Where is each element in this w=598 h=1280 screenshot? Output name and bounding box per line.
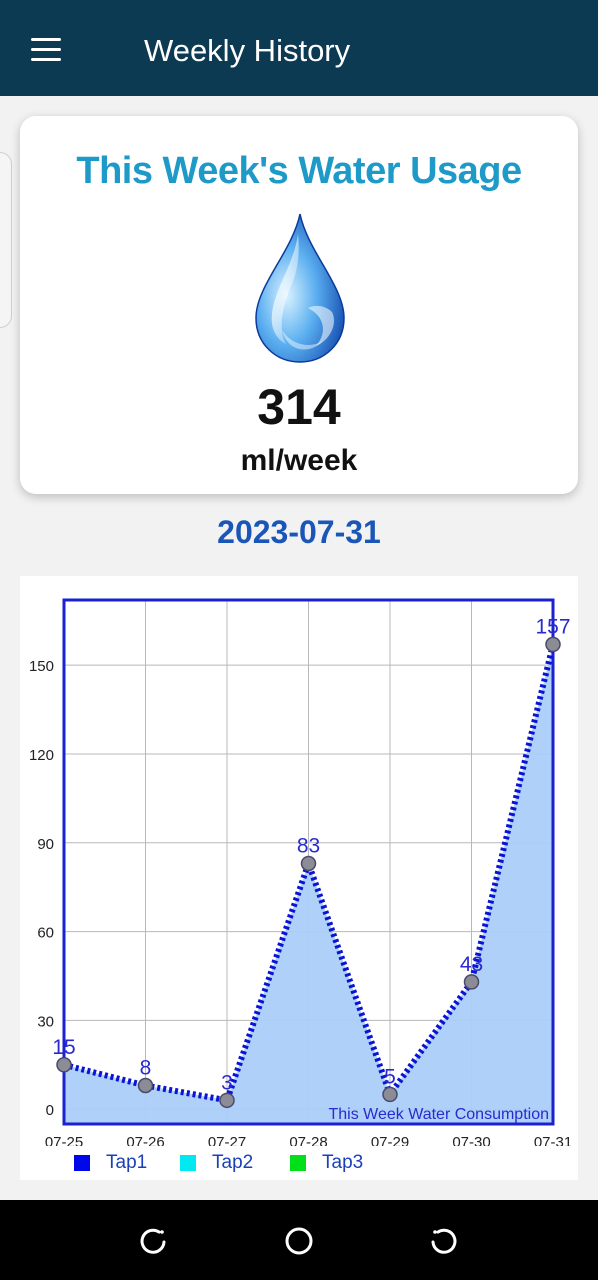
- usage-unit: ml/week: [240, 444, 358, 477]
- side-drawer-handle[interactable]: [0, 152, 12, 328]
- x-tick-label: 07-30: [452, 1134, 490, 1146]
- data-point: [463, 974, 480, 990]
- home-icon[interactable]: [282, 1224, 316, 1258]
- y-tick-label: 150: [29, 658, 54, 675]
- chart-annotation: This Week Water Consumption: [328, 1106, 549, 1123]
- usage-card: This Week's Water Usage 314 ml/week: [20, 116, 578, 494]
- data-point: [219, 1092, 235, 1109]
- x-tick-label: 07-25: [45, 1134, 83, 1146]
- y-tick-label: 90: [37, 836, 54, 853]
- selected-date[interactable]: 2023-07-31: [0, 514, 598, 551]
- data-label: 157: [535, 615, 570, 638]
- back-icon[interactable]: [426, 1224, 460, 1258]
- data-label: 3: [221, 1071, 233, 1094]
- legend-swatch: [290, 1155, 306, 1171]
- data-point: [137, 1077, 154, 1094]
- x-tick-label: 07-28: [289, 1134, 327, 1146]
- data-label: 8: [140, 1057, 152, 1080]
- y-tick-label: 0: [46, 1102, 54, 1119]
- x-tick-label: 07-29: [371, 1134, 409, 1146]
- legend-label: Tap3: [322, 1152, 364, 1173]
- data-point: [382, 1086, 398, 1103]
- usage-value: 314: [257, 379, 341, 435]
- x-tick-label: 07-27: [208, 1134, 246, 1146]
- menu-icon[interactable]: [28, 36, 64, 64]
- consumption-chart: 15 8 3 83 5 43 157 0 30 60 90 120 150 07-25 07-26 07-27…: [20, 576, 578, 1180]
- data-point: [545, 636, 561, 653]
- recent-apps-icon[interactable]: [137, 1224, 171, 1258]
- chart-legend: Tap1 Tap2 Tap3: [0, 1152, 598, 1176]
- data-label: 43: [460, 953, 483, 976]
- y-tick-label: 60: [37, 925, 54, 942]
- y-tick-label: 120: [29, 747, 54, 764]
- usage-card-title: This Week's Water Usage: [76, 150, 522, 192]
- legend-swatch: [180, 1155, 196, 1171]
- legend-label: Tap1: [106, 1152, 148, 1173]
- legend-label: Tap2: [212, 1152, 254, 1173]
- data-label: 15: [52, 1036, 75, 1059]
- data-label: 83: [297, 834, 320, 857]
- system-nav-bar: [0, 1200, 598, 1280]
- data-point: [56, 1057, 72, 1073]
- y-tick-label: 30: [37, 1013, 54, 1030]
- data-label: 5: [384, 1065, 396, 1088]
- water-drop-icon: [255, 213, 345, 363]
- x-tick-label: 07-26: [126, 1134, 164, 1146]
- x-tick-label: 07-31: [534, 1134, 572, 1146]
- data-point: [300, 855, 317, 872]
- chart-svg: 158383543157030609012015007-25 07-26 07-27…: [29, 598, 572, 1146]
- page-title: Weekly History: [144, 33, 351, 68]
- app-bar: Weekly History: [0, 0, 598, 96]
- legend-swatch: [74, 1155, 90, 1171]
